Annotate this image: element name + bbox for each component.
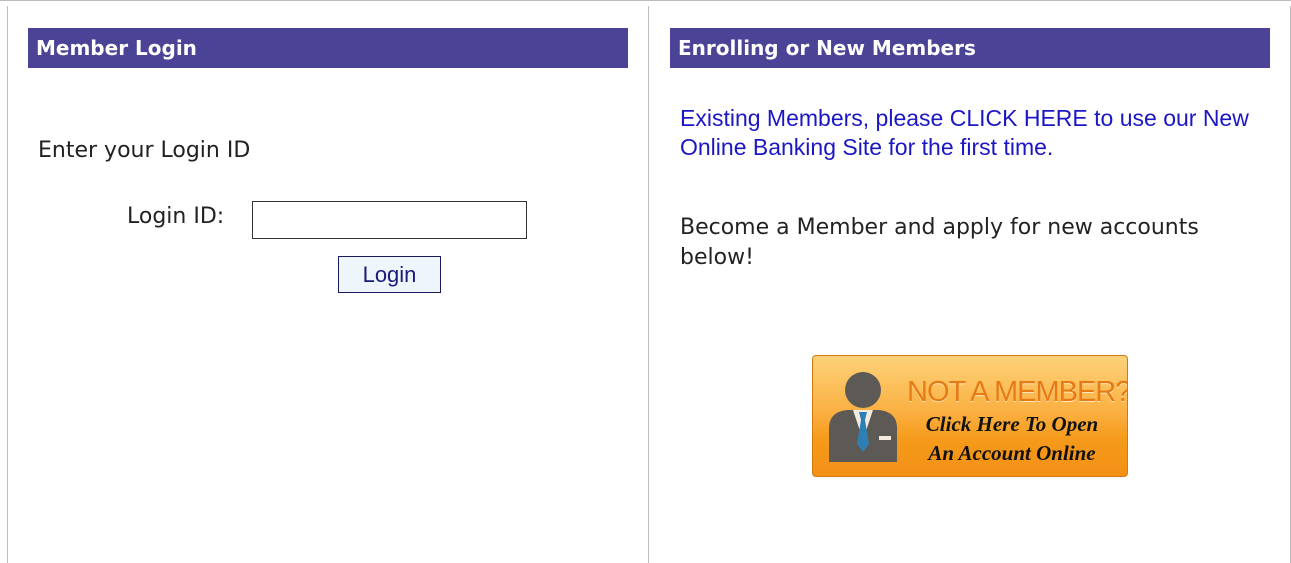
enrolling-header: Enrolling or New Members <box>670 28 1270 68</box>
existing-members-link[interactable]: Existing Members, please CLICK HERE to u… <box>680 104 1270 162</box>
member-login-header: Member Login <box>28 28 628 68</box>
promo-title: NOT A MEMBER? <box>907 376 1128 408</box>
left-border <box>7 6 8 563</box>
promo-line-1: Click Here To Open <box>925 412 1099 436</box>
login-intro-text: Enter your Login ID <box>38 138 251 163</box>
login-button[interactable]: Login <box>338 256 441 293</box>
promo-line-2: An Account Online <box>928 441 1096 465</box>
person-icon <box>829 372 897 462</box>
page-frame <box>0 0 1291 563</box>
login-id-label: Login ID: <box>127 204 225 229</box>
become-member-text: Become a Member and apply for new accoun… <box>680 215 1199 270</box>
panel-divider <box>648 6 649 563</box>
open-account-promo-button[interactable]: NOT A MEMBER? Click Here To Open An Acco… <box>812 355 1128 477</box>
login-id-input[interactable] <box>252 201 527 239</box>
